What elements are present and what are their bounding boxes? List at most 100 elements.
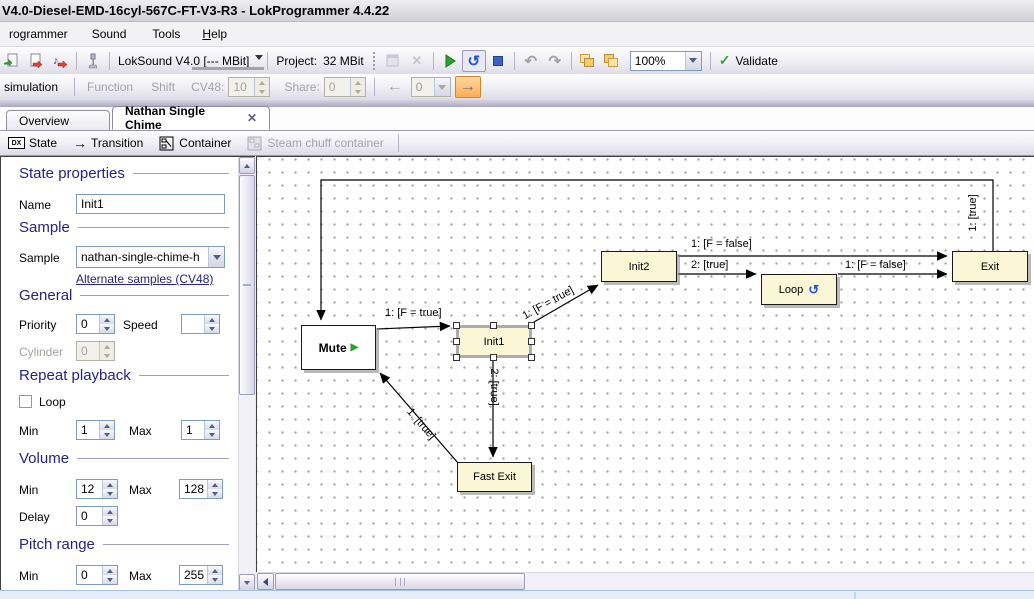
stop-sound-button[interactable]	[486, 50, 510, 72]
spinner-buttons[interactable]	[204, 421, 219, 439]
device-selector-dropdown[interactable]: LokSound V4.0 [--- MBit]	[114, 54, 263, 68]
send-backward-button[interactable]	[600, 50, 624, 72]
share-value: 0	[325, 78, 350, 96]
edge-exit-to-mute[interactable]	[321, 180, 993, 320]
spinner-buttons[interactable]	[99, 421, 114, 439]
scroll-down-button[interactable]	[239, 574, 255, 590]
scrollbar-grip	[243, 284, 251, 286]
add-state-button[interactable]: DX State	[0, 136, 65, 150]
toolbar-separator	[374, 78, 375, 96]
spinner-buttons[interactable]	[207, 566, 222, 584]
loop-playback-button[interactable]: ↺	[462, 50, 486, 72]
scroll-up-button[interactable]	[239, 157, 255, 174]
zoom-level-combobox[interactable]: 100%	[630, 51, 702, 71]
pitch-max-spinner[interactable]: 255	[179, 565, 223, 585]
selection-handle[interactable]	[490, 354, 497, 361]
toolbar-separator	[109, 52, 110, 70]
arrow-left-icon: ←	[387, 78, 403, 96]
validate-check-icon: ✓	[719, 52, 731, 69]
validate-button[interactable]: ✓ Validate	[715, 52, 782, 69]
add-steam-chuff-container-button[interactable]: Steam chuff container	[239, 136, 392, 151]
previous-state-button[interactable]: ←	[383, 76, 407, 98]
spinner-buttons[interactable]	[102, 507, 117, 525]
loop-checkbox[interactable]	[19, 395, 32, 408]
alternate-samples-link[interactable]: Alternate samples (CV48)	[76, 272, 213, 286]
redo-button[interactable]: ↷	[543, 50, 567, 72]
delete-button[interactable]: ✕	[405, 50, 429, 72]
canvas-scrollbar-thumb[interactable]	[275, 573, 525, 590]
scroll-up-icon	[244, 164, 250, 168]
tab-close-icon[interactable]: ✕	[247, 111, 257, 125]
priority-value: 0	[77, 315, 99, 333]
selection-handle[interactable]	[453, 354, 460, 361]
selection-handle[interactable]	[528, 338, 535, 345]
state-node-init2[interactable]: Init2	[601, 251, 677, 282]
state-node-mute[interactable]: Mute ▶	[301, 325, 376, 370]
volume-max-spinner[interactable]: 128	[179, 479, 223, 499]
programmer-device-button[interactable]	[81, 50, 105, 72]
state-node-fast-exit-label: Fast Exit	[473, 471, 516, 483]
bring-forward-button[interactable]	[576, 50, 600, 72]
spinner-buttons[interactable]	[99, 315, 114, 333]
spinner-buttons[interactable]	[102, 480, 117, 498]
menu-programmer[interactable]: rogrammer	[0, 24, 77, 44]
container-icon	[159, 136, 175, 151]
scroll-left-button[interactable]	[257, 573, 274, 590]
play-sound-button[interactable]	[438, 50, 462, 72]
shift-button[interactable]: Shift	[147, 80, 179, 94]
tab-nathan-single-chime[interactable]: Nathan Single Chime ✕	[112, 106, 270, 130]
priority-label: Priority	[19, 318, 56, 332]
tab-active-label: Nathan Single Chime	[125, 104, 229, 132]
undo-button[interactable]: ↶	[519, 50, 543, 72]
function-button[interactable]: Function	[83, 80, 137, 94]
selection-handle[interactable]	[528, 322, 535, 329]
sample-header: Sample	[19, 219, 229, 236]
panel-scrollbar-thumb[interactable]	[239, 175, 255, 395]
selection-handle[interactable]	[453, 322, 460, 329]
edge-mute-to-init1[interactable]	[377, 326, 450, 329]
add-container-button[interactable]: Container	[151, 136, 239, 151]
add-transition-button[interactable]: → Transition	[65, 136, 151, 150]
pitch-min-spinner[interactable]: 0	[76, 565, 118, 585]
menu-sound[interactable]: Sound	[83, 24, 136, 44]
priority-spinner[interactable]: 0	[76, 314, 115, 334]
panel-scrollbar[interactable]	[238, 157, 255, 590]
menu-tools[interactable]: Tools	[143, 24, 189, 44]
edge-label-init2-to-exit: 1: [F = false]	[691, 238, 752, 250]
spinner-buttons[interactable]	[102, 566, 117, 584]
repeat-max-spinner[interactable]: 1	[181, 420, 220, 440]
window-title: V4.0-Diesel-EMD-16cyl-567C-FT-V3-R3 - Lo…	[0, 3, 389, 18]
name-label: Name	[19, 198, 51, 212]
state-node-init1[interactable]: Init1	[456, 325, 532, 358]
spinner-buttons[interactable]	[204, 315, 219, 333]
state-node-fast-exit[interactable]: Fast Exit	[457, 462, 532, 492]
volume-min-spinner[interactable]: 12	[76, 479, 118, 499]
repeat-max-label: Max	[129, 424, 152, 438]
selection-handle[interactable]	[528, 354, 535, 361]
toolbar-grip[interactable]	[373, 52, 376, 70]
selection-handle[interactable]	[490, 322, 497, 329]
selection-handle[interactable]	[453, 338, 460, 345]
state-node-loop[interactable]: Loop ↺	[761, 274, 837, 305]
sample-dropdown-button[interactable]	[208, 247, 224, 267]
repeat-min-spinner[interactable]: 1	[76, 420, 115, 440]
edge-label-mute-to-init1: 1: [F = true]	[385, 307, 442, 319]
state-diagram-canvas[interactable]: 1: [true] 1: [F = true] 1: [F = true] 2:…	[256, 156, 1034, 572]
sample-combobox[interactable]: nathan-single-chime-h	[76, 246, 225, 268]
open-project-button[interactable]	[0, 50, 24, 72]
export-sound-button[interactable]: ♪	[48, 50, 72, 72]
delay-spinner[interactable]: 0	[76, 506, 118, 526]
state-node-exit[interactable]: Exit	[952, 251, 1028, 282]
zoom-dropdown-button[interactable]	[685, 52, 701, 70]
save-project-button[interactable]	[24, 50, 48, 72]
name-field[interactable]: Init1	[76, 194, 225, 214]
speed-spinner[interactable]	[181, 314, 220, 334]
tab-overview[interactable]: Overview	[6, 110, 110, 130]
pitch-max-value: 255	[180, 566, 207, 584]
next-state-button[interactable]: →	[455, 76, 481, 98]
menu-help[interactable]: Help	[193, 24, 236, 44]
spinner-buttons[interactable]	[207, 480, 222, 498]
cv48-value: 10	[229, 78, 254, 96]
canvas-horizontal-scrollbar[interactable]	[257, 572, 1034, 590]
properties-dialog-button[interactable]	[381, 50, 405, 72]
